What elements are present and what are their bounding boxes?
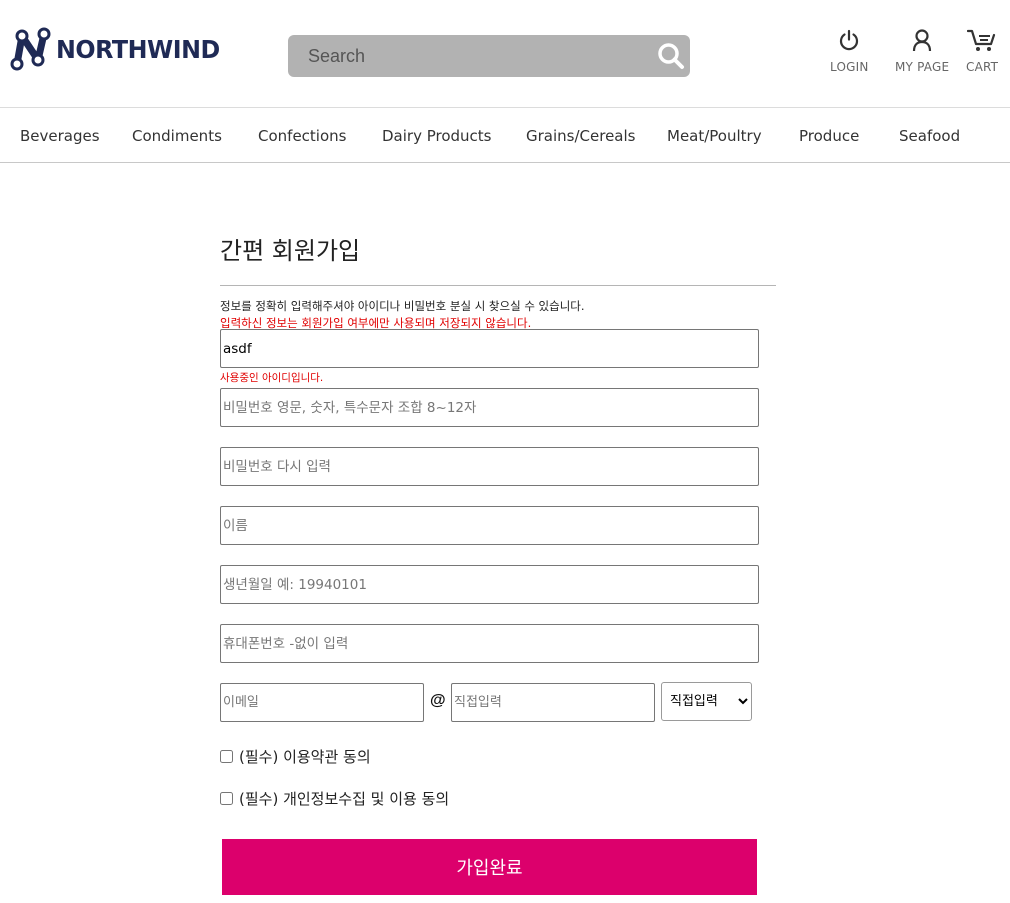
nav-item-grains-cereals[interactable]: Grains/Cereals xyxy=(526,127,635,145)
form-notice: 정보를 정확히 입력해주셔야 아이디나 비밀번호 분실 시 찾으실 수 있습니다… xyxy=(220,299,585,313)
nav-item-beverages[interactable]: Beverages xyxy=(20,127,100,145)
site-header: NORTHWIND LOGIN MY PAGE xyxy=(0,0,1010,108)
email-domain-field[interactable] xyxy=(451,683,655,722)
name-field[interactable] xyxy=(220,506,759,545)
nav-item-produce[interactable]: Produce xyxy=(799,127,859,145)
login-button[interactable]: LOGIN xyxy=(830,28,869,74)
search-button[interactable] xyxy=(656,41,686,71)
category-nav: Beverages Condiments Confections Dairy P… xyxy=(0,108,1010,163)
email-domain-select[interactable]: 직접입력 xyxy=(661,682,752,721)
title-divider xyxy=(220,285,776,286)
agree-privacy[interactable]: (필수) 개인정보수집 및 이용 동의 xyxy=(220,788,449,809)
my-page-button[interactable]: MY PAGE xyxy=(895,28,949,74)
password-field[interactable] xyxy=(220,388,759,427)
birthdate-field[interactable] xyxy=(220,565,759,604)
user-icon xyxy=(913,29,932,52)
email-id-field[interactable] xyxy=(220,683,424,722)
brand-name: NORTHWIND xyxy=(56,34,220,64)
nav-item-seafood[interactable]: Seafood xyxy=(899,127,960,145)
agree-terms-label: (필수) 이용약관 동의 xyxy=(239,748,371,766)
northwind-logo-icon xyxy=(10,27,51,71)
at-sign: @ xyxy=(430,692,446,709)
id-duplicate-message: 사용중인 아이디입니다. xyxy=(220,372,324,384)
login-label: LOGIN xyxy=(830,60,869,74)
brand-logo[interactable]: NORTHWIND xyxy=(8,26,228,72)
nav-item-meat-poultry[interactable]: Meat/Poultry xyxy=(667,127,762,145)
cart-icon xyxy=(967,29,996,51)
password-confirm-field[interactable] xyxy=(220,447,759,486)
agree-privacy-checkbox[interactable] xyxy=(220,792,233,805)
agree-terms[interactable]: (필수) 이용약관 동의 xyxy=(220,746,371,767)
phone-field[interactable] xyxy=(220,624,759,663)
nav-item-dairy-products[interactable]: Dairy Products xyxy=(382,127,492,145)
agree-terms-checkbox[interactable] xyxy=(220,750,233,763)
nav-item-condiments[interactable]: Condiments xyxy=(132,127,222,145)
cart-label: CART xyxy=(966,60,999,74)
search-input[interactable] xyxy=(288,35,648,77)
power-icon xyxy=(840,29,859,51)
my-page-label: MY PAGE xyxy=(895,60,950,74)
nav-item-confections[interactable]: Confections xyxy=(258,127,346,145)
signup-submit-button[interactable]: 가입완료 xyxy=(222,839,757,895)
search-bar xyxy=(288,35,690,77)
page-title: 간편 회원가입 xyxy=(220,237,361,265)
agree-privacy-label: (필수) 개인정보수집 및 이용 동의 xyxy=(239,790,450,808)
user-id-field[interactable] xyxy=(220,329,759,368)
cart-button[interactable]: CART xyxy=(966,28,998,74)
search-icon xyxy=(658,43,684,69)
